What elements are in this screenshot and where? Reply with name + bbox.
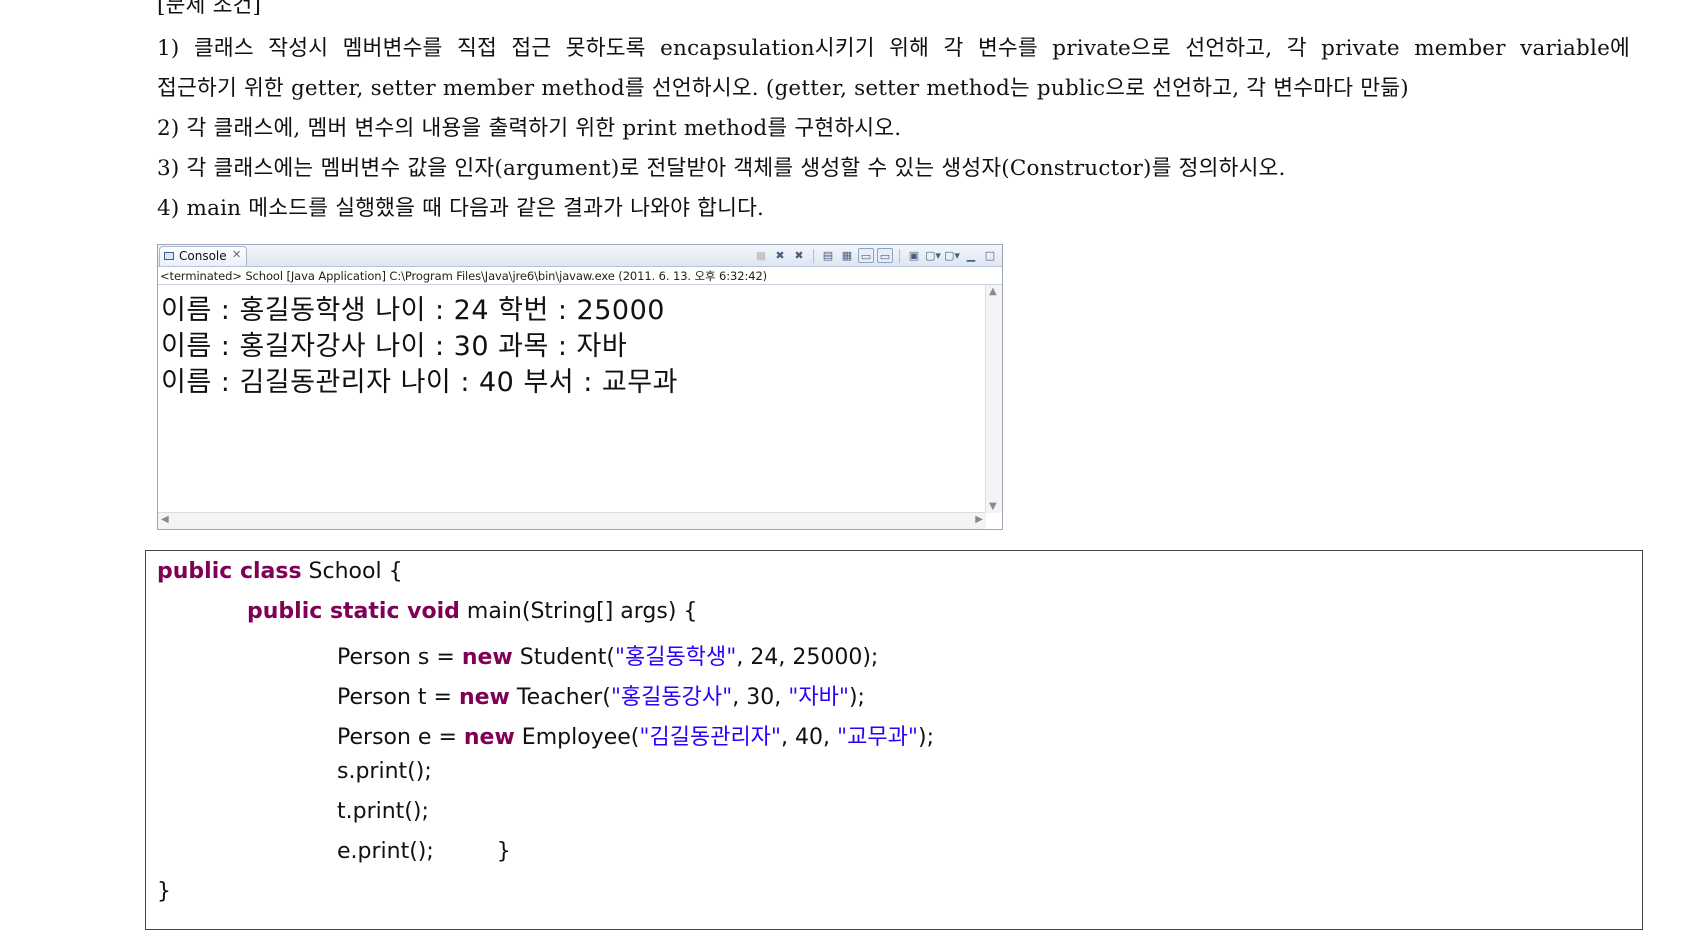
code-text: , 40, — [781, 725, 838, 750]
console-output-line-2: 이름 : 홍길자강사 나이 : 30 과목 : 자바 — [161, 331, 628, 362]
code-text: Employee( — [514, 725, 640, 750]
code-text: , 24, 25000); — [736, 645, 879, 670]
code-string: "홍길동학생" — [614, 645, 737, 670]
tab-console-label: Console — [179, 249, 227, 263]
console-toolbar: ■ ✖ ✖ ▤ ▦ ▭ ▭ ▣ ▢▾ ▢▾ ▁ □ — [753, 247, 998, 264]
terminate-icon[interactable]: ■ — [753, 248, 769, 263]
code-text: Person s = — [337, 645, 462, 670]
code-string: "교무과" — [837, 725, 918, 750]
code-line-4: Person t = new Teacher("홍길동강사", 30, "자바"… — [337, 679, 865, 711]
close-icon[interactable]: ✕ — [232, 248, 241, 261]
scroll-right-icon[interactable]: ▶ — [975, 514, 983, 525]
code-text: Person e = — [337, 725, 464, 750]
code-line-6: s.print(); — [337, 759, 432, 784]
condition-4: 4) main 메소드를 실행했을 때 다음과 같은 결과가 나와야 합니다. — [157, 196, 765, 221]
code-keyword: new — [461, 645, 513, 670]
minimize-icon[interactable]: ▁ — [963, 248, 979, 263]
toolbar-divider — [899, 248, 900, 263]
display-selected-console-icon[interactable]: ▢▾ — [925, 248, 941, 263]
console-icon — [164, 252, 174, 260]
console-title-bar: Console ✕ ■ ✖ ✖ ▤ ▦ ▭ ▭ ▣ ▢▾ ▢▾ ▁ □ — [158, 245, 1002, 267]
scroll-left-icon[interactable]: ◀ — [161, 514, 169, 525]
toolbar-divider — [813, 248, 814, 263]
divider — [158, 284, 1002, 285]
console-output-line-3: 이름 : 김길동관리자 나이 : 40 부서 : 교무과 — [161, 367, 678, 398]
code-line-2: public static void main(String[] args) { — [247, 599, 697, 624]
condition-1-line-2: 접근하기 위한 getter, setter member method를 선언… — [157, 76, 1409, 101]
remove-all-icon[interactable]: ✖ — [791, 248, 807, 263]
condition-3: 3) 각 클래스에는 멤버변수 값을 인자(argument)로 전달받아 객체… — [157, 156, 1286, 181]
show-on-stdout-icon[interactable]: ▭ — [858, 248, 874, 263]
vertical-scrollbar[interactable]: ▲ ▼ — [985, 285, 1002, 513]
scroll-down-icon[interactable]: ▼ — [989, 501, 997, 512]
console-output-line-1: 이름 : 홍길동학생 나이 : 24 학번 : 25000 — [161, 295, 665, 326]
code-text: School { — [301, 559, 403, 584]
code-text: ); — [917, 725, 934, 750]
horizontal-scrollbar[interactable]: ◀ ▶ — [158, 512, 986, 529]
code-box: public class School { public static void… — [145, 550, 1643, 930]
code-line-5: Person e = new Employee("김길동관리자", 40, "교… — [337, 719, 934, 751]
show-on-stderr-icon[interactable]: ▭ — [877, 248, 893, 263]
code-text: Student( — [512, 645, 615, 670]
scroll-up-icon[interactable]: ▲ — [989, 286, 997, 297]
code-string: "홍길동강사" — [610, 685, 733, 710]
console-view: Console ✕ ■ ✖ ✖ ▤ ▦ ▭ ▭ ▣ ▢▾ ▢▾ ▁ □ <ter… — [157, 244, 1003, 530]
code-string: "김길동관리자" — [639, 725, 782, 750]
code-text: ); — [848, 685, 865, 710]
code-line-3: Person s = new Student("홍길동학생", 24, 2500… — [337, 639, 878, 671]
condition-1-line-1: 1) 클래스 작성시 멤버변수를 직접 접근 못하도록 encapsulatio… — [157, 36, 1630, 61]
console-status-text: <terminated> School [Java Application] C… — [160, 269, 768, 283]
pin-console-icon[interactable]: ▣ — [906, 248, 922, 263]
scroll-lock-icon[interactable]: ▦ — [839, 248, 855, 263]
maximize-icon[interactable]: □ — [982, 248, 998, 263]
code-keyword: new — [463, 725, 515, 750]
conditions-heading: [문제 조건] — [157, 0, 262, 18]
code-text: , 30, — [732, 685, 789, 710]
code-keyword: public class — [157, 559, 302, 584]
code-text: Teacher( — [509, 685, 611, 710]
code-line-8: e.print(); } — [337, 839, 511, 864]
code-line-9: } — [157, 879, 171, 904]
code-string: "자바" — [788, 685, 849, 710]
code-line-7: t.print(); — [337, 799, 429, 824]
condition-2: 2) 각 클래스에, 멤버 변수의 내용을 출력하기 위한 print meth… — [157, 116, 902, 141]
code-text: Person t = — [337, 685, 459, 710]
clear-console-icon[interactable]: ▤ — [820, 248, 836, 263]
code-line-1: public class School { — [157, 559, 403, 584]
remove-launch-icon[interactable]: ✖ — [772, 248, 788, 263]
code-keyword: new — [458, 685, 510, 710]
code-keyword: public static void — [247, 599, 460, 624]
open-console-icon[interactable]: ▢▾ — [944, 248, 960, 263]
code-text: main(String[] args) { — [459, 599, 698, 624]
tab-console[interactable]: Console ✕ — [159, 246, 247, 266]
